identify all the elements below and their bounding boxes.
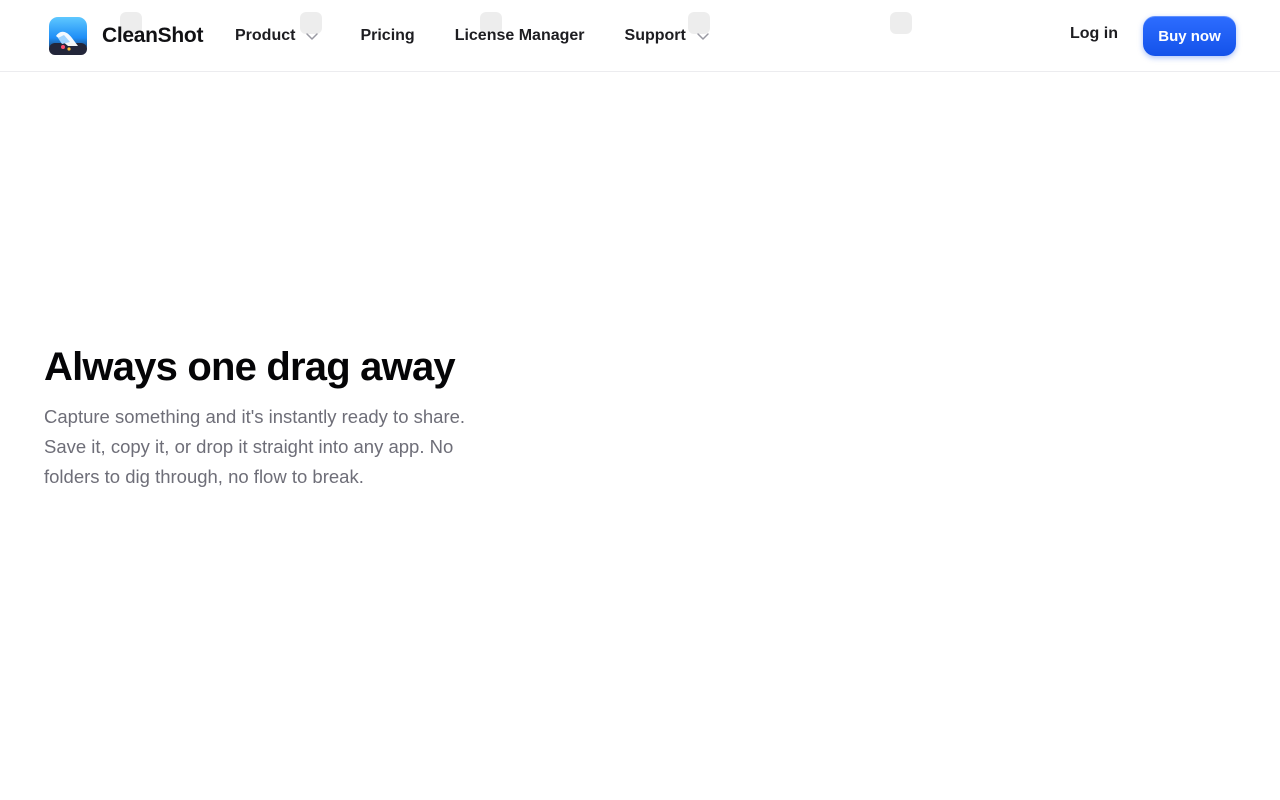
hero-title: Always one drag away — [44, 345, 456, 389]
nav-item-label: Pricing — [360, 27, 415, 44]
chevron-down-icon — [306, 33, 319, 40]
nav-item-license-manager[interactable]: License Manager — [455, 27, 585, 45]
nav-item-label: Product — [235, 27, 296, 44]
login-link[interactable]: Log in — [1070, 25, 1118, 43]
nav-item-support[interactable]: Support — [625, 27, 710, 45]
nav-item-product[interactable]: Product — [235, 27, 319, 45]
nav-item-pricing[interactable]: Pricing — [360, 27, 414, 45]
hero-section: Always one drag away Capture something a… — [44, 344, 504, 492]
chevron-down-icon — [697, 33, 709, 40]
hero-description: Capture something and it's instantly rea… — [44, 406, 466, 487]
buy-now-button[interactable]: Buy now — [1143, 16, 1236, 56]
nav-item-label: Support — [624, 27, 686, 44]
site-header: CleanShot Product Pricing License Manage… — [0, 0, 1280, 72]
main-nav: Product Pricing License Manager Support — [235, 0, 710, 72]
nav-item-label: License Manager — [454, 27, 585, 44]
cleanshot-app-icon — [49, 17, 87, 55]
cleanshot-logo-link[interactable]: CleanShot — [48, 16, 203, 56]
brand-name: CleanShot — [102, 24, 204, 47]
faded-item — [890, 12, 990, 34]
